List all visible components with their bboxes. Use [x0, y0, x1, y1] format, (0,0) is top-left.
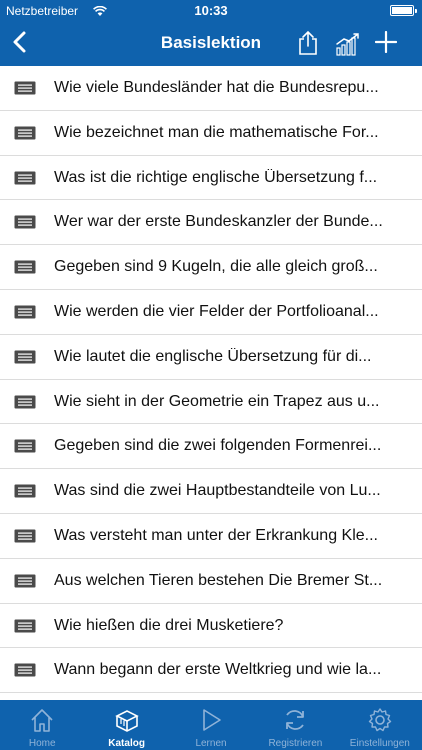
tab-katalog[interactable]: Katalog: [84, 700, 168, 750]
question-row[interactable]: Was versteht man unter der Erkrankung Kl…: [0, 514, 422, 559]
document-icon: [14, 395, 36, 414]
header: Netzbetreiber 10:33 Basislektion: [0, 0, 422, 66]
document-icon: [14, 126, 36, 145]
question-list: Wie viele Bundesländer hat die Bundesrep…: [0, 66, 422, 700]
question-row[interactable]: Wie hießen die drei Musketiere?: [0, 604, 422, 649]
question-text: Wann begann der erste Weltkrieg und wie …: [54, 661, 382, 679]
document-icon: [14, 171, 36, 190]
share-button[interactable]: [297, 30, 319, 61]
document-icon: [14, 439, 36, 458]
question-text: Was versteht man unter der Erkrankung Kl…: [54, 526, 378, 544]
question-row[interactable]: Wie sieht in der Geometrie ein Trapez au…: [0, 380, 422, 425]
question-row[interactable]: Wie bezeichnet man die mathematische For…: [0, 111, 422, 156]
question-text: Gegeben sind die zwei folgenden Formenre…: [54, 437, 382, 455]
question-row[interactable]: Was ist die richtige englische Übersetzu…: [0, 156, 422, 201]
question-text: Wie bezeichnet man die mathematische For…: [54, 123, 379, 141]
document-icon: [14, 529, 36, 548]
document-icon: [14, 81, 36, 100]
tab-label: Registrieren: [268, 738, 323, 749]
tab-label: Einstellungen: [349, 738, 410, 749]
question-text: Was sind die zwei Hauptbestandteile von …: [54, 482, 381, 500]
add-button[interactable]: [374, 30, 398, 58]
question-row[interactable]: Wann begann der erste Weltkrieg und wie …: [0, 648, 422, 694]
question-text: Wie hießen die drei Musketiere?: [54, 616, 284, 634]
question-row[interactable]: Wie viele Bundesländer hat die Bundesrep…: [0, 66, 422, 111]
document-icon: [14, 305, 36, 324]
document-icon: [14, 215, 36, 234]
tab-label: Lernen: [195, 738, 227, 749]
question-text: Wie werden die vier Felder der Portfolio…: [54, 302, 379, 320]
question-row[interactable]: Gegeben sind 9 Kugeln, die alle gleich g…: [0, 245, 422, 290]
status-bar: Netzbetreiber 10:33: [0, 0, 422, 22]
question-row[interactable]: Gegeben sind die zwei folgenden Formenre…: [0, 424, 422, 470]
question-text: Wie viele Bundesländer hat die Bundesrep…: [54, 79, 379, 96]
document-icon: [14, 484, 36, 503]
question-text: Wie sieht in der Geometrie ein Trapez au…: [54, 392, 380, 410]
document-icon: [14, 574, 36, 593]
tab-label: Katalog: [108, 738, 145, 749]
question-row[interactable]: Was sind die zwei Hauptbestandteile von …: [0, 469, 422, 514]
tab-registrieren[interactable]: Registrieren: [253, 700, 337, 750]
tab-bar: Home Katalog Lernen Registrieren Einstellung…: [0, 700, 422, 750]
tab-einstellungen[interactable]: Einstellungen: [338, 700, 422, 750]
question-row[interactable]: Wie lautet die englische Übersetzung für…: [0, 335, 422, 380]
document-icon: [14, 663, 36, 682]
statistics-button[interactable]: [335, 32, 361, 61]
question-text: Wie lautet die englische Übersetzung für…: [54, 347, 372, 365]
document-icon: [14, 350, 36, 369]
question-text: Was ist die richtige englische Übersetzu…: [54, 168, 378, 186]
tab-lernen[interactable]: Lernen: [169, 700, 253, 750]
question-row[interactable]: Aus welchen Tieren bestehen Die Bremer S…: [0, 559, 422, 604]
battery-icon: [390, 5, 417, 16]
question-row[interactable]: Wie werden die vier Felder der Portfolio…: [0, 290, 422, 335]
document-icon: [14, 619, 36, 638]
document-icon: [14, 260, 36, 279]
clock: 10:33: [194, 3, 228, 18]
question-row[interactable]: Wer war der erste Bundeskanzler der Bund…: [0, 200, 422, 246]
tab-label: Home: [28, 738, 56, 749]
question-text: Wer war der erste Bundeskanzler der Bund…: [54, 213, 383, 231]
tab-home[interactable]: Home: [0, 700, 84, 750]
question-text: Aus welchen Tieren bestehen Die Bremer S…: [54, 571, 383, 589]
question-text: Gegeben sind 9 Kugeln, die alle gleich g…: [54, 258, 378, 276]
